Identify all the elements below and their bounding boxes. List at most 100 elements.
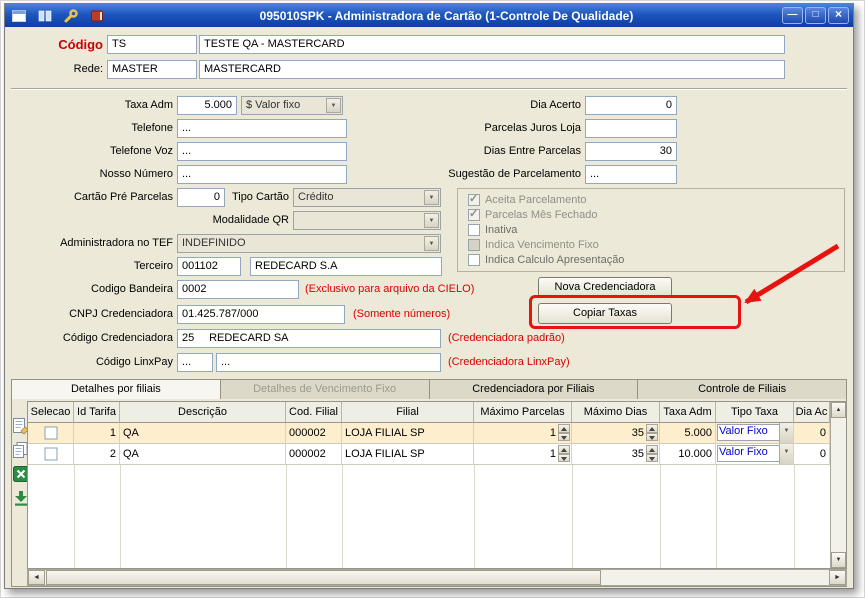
spin-up-icon[interactable] [558,424,570,433]
minimize-button[interactable]: — [782,7,803,24]
scroll-right-button[interactable]: ► [829,570,846,585]
maximo-dias-value: 35 [632,444,644,464]
tab-controle-de-filiais[interactable]: Controle de Filiais [638,379,847,400]
spin-down-icon[interactable] [646,433,658,442]
maximo-parcelas-cell[interactable]: 1 [474,423,572,444]
terceiro-codigo-input[interactable]: 001102 [177,257,241,276]
cod-filial-cell: 000002 [286,423,342,444]
administradora-tef-select[interactable]: INDEFINIDO ▼ [177,234,441,253]
col-header-tipo-taxa[interactable]: Tipo Taxa [716,402,794,423]
checkbox-box[interactable]: ✓ [468,224,480,236]
taxa-adm-input[interactable]: 5.000 [177,96,237,115]
tab-credenciadora-por-filiais[interactable]: Credenciadora por Filiais [430,379,639,400]
rede-descricao-input[interactable]: MASTERCARD [199,60,785,79]
sugestao-parcelamento-input[interactable]: ... [585,165,677,184]
cnpj-credenciadora-input[interactable]: 01.425.787/000 [177,305,345,324]
modalidade-qr-label: Modalidade QR [125,211,289,230]
codigo-descricao-input[interactable]: TESTE QA - MASTERCARD [199,35,785,54]
horizontal-scrollbar[interactable]: ◄ ► [27,569,847,586]
filiais-table: Selecao Id Tarifa Descrição Cod. Filial … [27,401,847,569]
dia-acerto-input[interactable]: 0 [585,96,677,115]
spinner[interactable] [558,424,570,441]
maximo-dias-cell[interactable]: 35 [572,444,660,465]
telefone-input[interactable]: ... [177,119,347,138]
cartao-pre-parcelas-label: Cartão Pré Parcelas [9,188,173,207]
chevron-down-icon: ▼ [326,98,341,113]
chevron-down-icon: ▼ [779,444,793,464]
spin-down-icon[interactable] [646,454,658,463]
col-header-dia-acerto[interactable]: Dia Ac [794,402,830,423]
scroll-down-button[interactable]: ▼ [831,552,846,568]
table-row[interactable]: 2 QA 000002 LOJA FILIAL SP 1 35 10.000 V… [28,444,830,465]
scroll-up-button[interactable]: ▲ [831,402,846,418]
check-icon: ✓ [469,192,478,205]
tipo-taxa-select[interactable]: Valor Fixo ▼ [716,444,794,465]
scroll-left-button[interactable]: ◄ [28,570,45,585]
spin-up-icon[interactable] [558,445,570,454]
modalidade-qr-select[interactable]: ▼ [293,211,441,230]
spinner[interactable] [558,445,570,462]
codigo-input[interactable]: TS [107,35,197,54]
linxpay-codigo-input[interactable]: ... [177,353,213,372]
tipo-cartao-select[interactable]: Crédito ▼ [293,188,441,207]
nova-credenciadora-button[interactable]: Nova Credenciadora [538,277,672,297]
nosso-numero-label: Nosso Número [9,165,173,184]
col-header-taxa-adm[interactable]: Taxa Adm [660,402,716,423]
tab-detalhes-por-filiais[interactable]: Detalhes por filiais [11,379,221,400]
col-header-maximo-parcelas[interactable]: Máximo Parcelas [474,402,572,423]
window-icon[interactable] [9,7,29,24]
rede-label: Rede: [23,60,103,79]
close-button[interactable]: × [828,7,849,24]
spin-up-icon[interactable] [646,424,658,433]
maximize-button[interactable]: □ [805,7,826,24]
telefone-label: Telefone [9,119,173,138]
spin-down-icon[interactable] [558,454,570,463]
checkbox-indica-calculo-apresentacao[interactable]: ✓ Indica Calculo Apresentação [468,253,624,267]
codigo-bandeira-input[interactable]: 0002 [177,280,299,299]
spin-down-icon[interactable] [558,433,570,442]
row-select-checkbox[interactable] [44,448,57,461]
terceiro-nome-input[interactable]: REDECARD S.A [250,257,442,276]
col-header-filial[interactable]: Filial [342,402,474,423]
row-select-checkbox[interactable] [44,427,57,440]
linxpay-nome-input[interactable]: ... [216,353,441,372]
taxa-adm-tipo-select[interactable]: $ Valor fixo ▼ [241,96,343,115]
taxa-adm-cell: 10.000 [660,444,716,465]
parcelas-juros-input[interactable] [585,119,677,138]
spinner[interactable] [646,445,658,462]
tipo-taxa-select[interactable]: Valor Fixo ▼ [716,423,794,444]
vertical-scrollbar[interactable]: ▲ ▼ [830,402,846,568]
codigo-credenciadora-input[interactable]: 25 REDECARD SA [177,329,441,348]
telefone-voz-input[interactable]: ... [177,142,347,161]
credenciadora-note: (Credenciadora padrão) [448,331,565,345]
maximo-dias-cell[interactable]: 35 [572,423,660,444]
col-header-descricao[interactable]: Descrição [120,402,286,423]
spin-up-icon[interactable] [646,445,658,454]
checkbox-box: ✓ [468,194,480,206]
columns-icon[interactable] [35,7,55,24]
maximo-dias-value: 35 [632,423,644,443]
col-header-selecao[interactable]: Selecao [28,402,74,423]
table-row[interactable]: 1 QA 000002 LOJA FILIAL SP 1 35 5.000 Va… [28,423,830,444]
checkbox-inativa[interactable]: ✓ Inativa [468,223,517,237]
checkbox-label: Parcelas Mês Fechado [485,209,598,221]
book-icon[interactable] [87,7,107,24]
cnpj-note: (Somente números) [353,307,450,321]
col-header-id-tarifa[interactable]: Id Tarifa [74,402,120,423]
horizontal-scrollbar-thumb[interactable] [46,570,601,585]
checkbox-box[interactable]: ✓ [468,254,480,266]
rede-input[interactable]: MASTER [107,60,197,79]
administradora-tef-value: INDEFINIDO [182,237,246,249]
id-tarifa-cell: 1 [74,423,120,444]
spinner[interactable] [646,424,658,441]
taxa-adm-cell: 5.000 [660,423,716,444]
wrench-icon[interactable] [61,7,81,24]
filial-cell: LOJA FILIAL SP [342,423,474,444]
dias-entre-parcelas-input[interactable]: 30 [585,142,677,161]
maximo-parcelas-cell[interactable]: 1 [474,444,572,465]
col-header-maximo-dias[interactable]: Máximo Dias [572,402,660,423]
col-header-cod-filial[interactable]: Cod. Filial [286,402,342,423]
nosso-numero-input[interactable]: ... [177,165,347,184]
checkbox-label: Inativa [485,224,517,236]
descricao-cell: QA [120,423,286,444]
